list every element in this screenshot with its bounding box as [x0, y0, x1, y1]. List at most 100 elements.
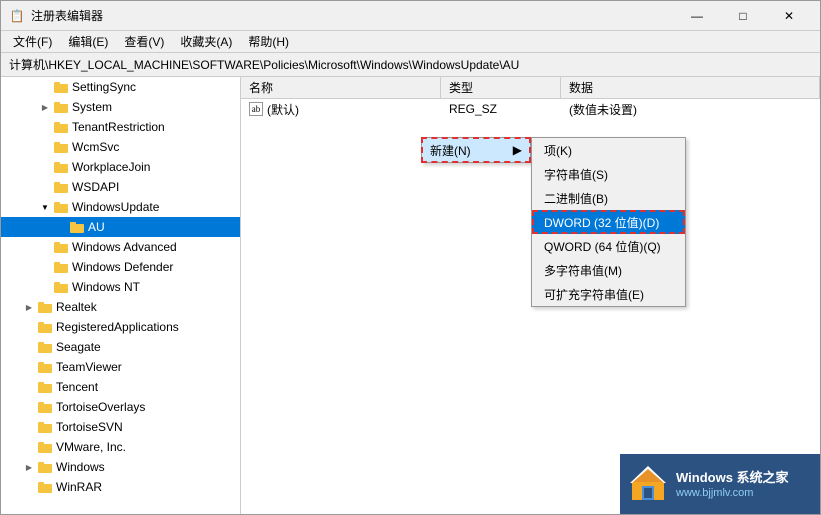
tree-label: SettingSync [72, 80, 136, 94]
menu-file[interactable]: 文件(F) [5, 31, 60, 52]
tree-label: Tencent [56, 380, 98, 394]
right-panel: 名称 类型 数据 ab (默认) REG_SZ [241, 77, 820, 514]
menu-bar: 文件(F) 编辑(E) 查看(V) 收藏夹(A) 帮助(H) [1, 31, 820, 53]
tree-label: TenantRestriction [72, 120, 165, 134]
registry-editor-window: 📋 注册表编辑器 — □ ✕ 文件(F) 编辑(E) 查看(V) 收藏夹(A) … [0, 0, 821, 515]
table-header: 名称 类型 数据 [241, 77, 820, 99]
watermark-house-icon [628, 464, 668, 504]
tree-arrow: ▶ [37, 99, 53, 115]
tree-label: Windows [56, 460, 105, 474]
tree-arrow [37, 139, 53, 155]
tree-item-winrar[interactable]: WinRAR [1, 477, 240, 497]
folder-icon [53, 239, 69, 255]
minimize-button[interactable]: — [674, 1, 720, 31]
tree-arrow [21, 439, 37, 455]
tree-item-windows-nt[interactable]: Windows NT [1, 277, 240, 297]
tree-item-system[interactable]: ▶ System [1, 97, 240, 117]
tree-label: TortoiseOverlays [56, 400, 145, 414]
tree-arrow [21, 319, 37, 335]
tree-label: Windows Defender [72, 260, 173, 274]
tree-arrow [53, 219, 69, 235]
app-icon: 📋 [9, 8, 25, 24]
cell-name: ab (默认) [241, 99, 441, 119]
tree-item-tenantrestriction[interactable]: TenantRestriction [1, 117, 240, 137]
window-title: 注册表编辑器 [31, 7, 674, 24]
close-button[interactable]: ✕ [766, 1, 812, 31]
tree-item-workplacejoin[interactable]: WorkplaceJoin [1, 157, 240, 177]
tree-item-au[interactable]: AU [1, 217, 240, 237]
tree-arrow: ▶ [21, 299, 37, 315]
menu-favorites[interactable]: 收藏夹(A) [172, 31, 240, 52]
tree-item-seagate[interactable]: Seagate [1, 337, 240, 357]
address-text: 计算机\HKEY_LOCAL_MACHINE\SOFTWARE\Policies… [9, 56, 519, 73]
folder-icon [53, 179, 69, 195]
tree-arrow [21, 339, 37, 355]
title-bar: 📋 注册表编辑器 — □ ✕ [1, 1, 820, 31]
folder-icon [53, 259, 69, 275]
folder-icon [37, 319, 53, 335]
table-row[interactable]: ab (默认) REG_SZ (数值未设置) [241, 99, 820, 119]
watermark-line2: www.bjjmlv.com [676, 487, 789, 499]
tree-item-tortoiseoverlays[interactable]: TortoiseOverlays [1, 397, 240, 417]
folder-icon [37, 479, 53, 495]
watermark-text-block: Windows 系统之家 www.bjjmlv.com [676, 469, 789, 499]
folder-icon [53, 79, 69, 95]
tree-arrow [21, 399, 37, 415]
tree-item-tortoisesvn[interactable]: TortoiseSVN [1, 417, 240, 437]
col-header-data[interactable]: 数据 [561, 77, 820, 98]
tree-item-windows-advanced[interactable]: Windows Advanced [1, 237, 240, 257]
tree-arrow [21, 479, 37, 495]
tree-item-tencent[interactable]: Tencent [1, 377, 240, 397]
col-header-name[interactable]: 名称 [241, 77, 441, 98]
tree-arrow-expanded: ▼ [37, 199, 53, 215]
folder-icon-selected [69, 219, 85, 235]
table-body[interactable]: ab (默认) REG_SZ (数值未设置) [241, 99, 820, 514]
window-controls: — □ ✕ [674, 1, 812, 31]
menu-view[interactable]: 查看(V) [116, 31, 172, 52]
folder-icon [53, 139, 69, 155]
tree-arrow [37, 159, 53, 175]
maximize-button[interactable]: □ [720, 1, 766, 31]
folder-icon [53, 99, 69, 115]
tree-item-windows[interactable]: ▶ Windows [1, 457, 240, 477]
tree-item-teamviewer[interactable]: TeamViewer [1, 357, 240, 377]
tree-item-wcmsvc[interactable]: WcmSvc [1, 137, 240, 157]
col-header-type[interactable]: 类型 [441, 77, 561, 98]
tree-arrow [21, 359, 37, 375]
tree-item-settingsync[interactable]: SettingSync [1, 77, 240, 97]
folder-icon-open [53, 199, 69, 215]
tree-label: Seagate [56, 340, 101, 354]
tree-label: WSDAPI [72, 180, 119, 194]
tree-label: RegisteredApplications [56, 320, 179, 334]
tree-label: TortoiseSVN [56, 420, 123, 434]
tree-arrow [37, 239, 53, 255]
tree-label: TeamViewer [56, 360, 122, 374]
menu-edit[interactable]: 编辑(E) [60, 31, 116, 52]
tree-arrow [21, 419, 37, 435]
tree-item-realtek[interactable]: ▶ Realtek [1, 297, 240, 317]
tree-label: System [72, 100, 112, 114]
tree-arrow [37, 119, 53, 135]
tree-label: WorkplaceJoin [72, 160, 150, 174]
tree-label: WindowsUpdate [72, 200, 159, 214]
tree-item-windowsupdate[interactable]: ▼ WindowsUpdate [1, 197, 240, 217]
tree-label: Windows NT [72, 280, 140, 294]
tree-label: Windows Advanced [72, 240, 177, 254]
folder-icon [53, 119, 69, 135]
address-bar: 计算机\HKEY_LOCAL_MACHINE\SOFTWARE\Policies… [1, 53, 820, 77]
tree-label: AU [88, 220, 105, 234]
folder-icon [37, 399, 53, 415]
menu-help[interactable]: 帮助(H) [240, 31, 297, 52]
tree-item-windows-defender[interactable]: Windows Defender [1, 257, 240, 277]
tree-item-vmware[interactable]: VMware, Inc. [1, 437, 240, 457]
cell-data: (数值未设置) [561, 99, 820, 119]
folder-icon [37, 439, 53, 455]
tree-item-wsdapi[interactable]: WSDAPI [1, 177, 240, 197]
tree-label: WinRAR [56, 480, 102, 494]
tree-item-registeredapps[interactable]: RegisteredApplications [1, 317, 240, 337]
folder-icon [53, 159, 69, 175]
tree-panel[interactable]: SettingSync ▶ System TenantRestriction [1, 77, 241, 514]
tree-label: WcmSvc [72, 140, 119, 154]
main-content: SettingSync ▶ System TenantRestriction [1, 77, 820, 514]
folder-icon [37, 419, 53, 435]
